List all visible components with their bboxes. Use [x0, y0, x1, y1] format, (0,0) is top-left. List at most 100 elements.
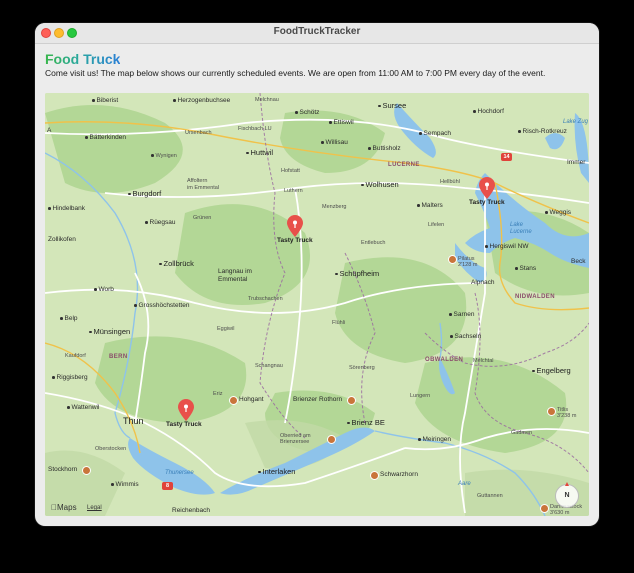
map-pin-icon	[479, 177, 495, 199]
place-label: Gadmen	[511, 430, 533, 436]
place-label: Stockhorn	[48, 466, 78, 473]
mountain-poi-icon	[540, 504, 549, 513]
region-label: NIDWALDEN	[515, 294, 555, 300]
place-label: Schötz	[295, 109, 320, 116]
mountain-poi-icon	[327, 435, 336, 444]
app-title: Food Truck	[45, 51, 121, 67]
place-label: Eriz	[213, 391, 223, 397]
place-label: Weggis	[545, 209, 572, 216]
region-label: BERN	[109, 354, 128, 360]
place-label: Menzberg	[322, 204, 347, 210]
place-label: Luthern	[284, 188, 303, 194]
place-label: Zollbrück	[159, 259, 194, 268]
place-label: Flühli	[332, 320, 346, 326]
place-label: Hergiswil NW	[485, 243, 529, 250]
place-label: Lungern	[410, 393, 431, 399]
place-label: Entlebuch	[361, 240, 386, 246]
place-label: Meiringen	[418, 436, 452, 443]
place-label: Guttannen	[477, 493, 503, 499]
place-label: Willisau	[321, 139, 348, 146]
highway-shield: 14	[501, 153, 512, 161]
place-label: Brienzer Rothorn	[293, 396, 343, 403]
place-label: Lake Zug	[563, 119, 589, 125]
place-label: Worb	[94, 286, 114, 293]
place-label: Titlis 3'238 m	[557, 407, 577, 419]
place-label: Schangnau	[255, 363, 283, 369]
place-label: Sachseln	[450, 333, 482, 340]
place-label: Herzogenbuchsee	[173, 97, 231, 104]
place-label: Ettiswil	[329, 119, 354, 126]
place-label: Wolhusen	[361, 180, 399, 189]
place-label: Wynigen	[151, 153, 177, 159]
app-subtitle: Come visit us! The map below shows our c…	[45, 68, 546, 78]
place-label: Sempach	[419, 130, 451, 137]
place-label: Zollikofen	[48, 236, 76, 243]
place-label: Interlaken	[258, 467, 296, 476]
place-label: Münsingen	[89, 327, 131, 336]
mountain-poi-icon	[229, 396, 238, 405]
region-label: LUCERNE	[388, 162, 420, 168]
place-label: Buttisholz	[368, 145, 401, 152]
place-label: Oberried am Brienzersee	[280, 433, 311, 445]
app-window: FoodTruckTracker Food Truck Come visit u…	[35, 23, 599, 526]
place-label: Hofstatt	[281, 168, 300, 174]
compass-button[interactable]: N	[555, 482, 579, 508]
place-label: Beck	[571, 258, 586, 265]
place-label: Huttwil	[246, 148, 274, 157]
place-label: Aare	[458, 481, 471, 487]
place-label: Grosshöchstetten	[134, 302, 190, 309]
place-label: Rüegsau	[145, 219, 176, 226]
place-label: Sörenberg	[349, 365, 375, 371]
maps-logo-label: Maps	[51, 503, 77, 512]
place-label: Lifelen	[428, 222, 445, 228]
map-pin-icon	[287, 215, 303, 237]
place-label: Wimmis	[111, 481, 139, 488]
mountain-poi-icon	[82, 466, 91, 475]
highway-shield: 8	[162, 482, 173, 490]
place-label: Risch-Rotkreuz	[518, 128, 567, 135]
place-label: Hochdorf	[473, 108, 504, 115]
map-pin-icon	[178, 399, 194, 421]
mountain-poi-icon	[347, 396, 356, 405]
place-label: Reichenbach	[172, 507, 210, 514]
place-label: Stans	[515, 265, 537, 272]
place-label: Affoltern im Emmental	[187, 178, 220, 191]
place-label: A	[47, 127, 52, 134]
place-label: Wattenwil	[67, 404, 100, 411]
place-label: Thunersee	[165, 470, 194, 476]
place-label: Engelberg	[532, 366, 571, 375]
place-label: Hindelbank	[48, 205, 86, 212]
place-label: Hellbühl	[440, 179, 460, 185]
maps-logo: Maps	[51, 503, 77, 512]
place-label: Melchnau	[255, 97, 279, 103]
place-label: Hohgant	[239, 396, 264, 403]
place-label: Sursee	[378, 101, 407, 110]
place-label: Schüpfheim	[335, 269, 380, 278]
place-label: Melchtal	[473, 358, 494, 364]
place-label: Langnau im Emmental	[218, 268, 252, 283]
place-label: Bätterkinden	[85, 134, 127, 141]
mountain-poi-icon	[547, 407, 556, 416]
place-label: Biberist	[92, 97, 119, 104]
map-view[interactable]: Biberist Herzogenbuchsee Melchnau Schötz…	[45, 93, 589, 516]
title-bar: FoodTruckTracker	[35, 23, 599, 44]
place-label: Pilatus 2'128 m	[458, 256, 478, 268]
map-pin-label: Tasty Truck	[277, 237, 313, 244]
region-label: OBWALDEN	[425, 357, 464, 363]
legal-link[interactable]: Legal	[87, 505, 102, 511]
place-label: Burgdorf	[128, 189, 162, 198]
mountain-poi-icon	[370, 471, 379, 480]
place-label: Fischbach LU	[238, 126, 272, 132]
place-label: Eggiwil	[217, 326, 235, 332]
map-pin-label: Tasty Truck	[166, 421, 202, 428]
place-label: Sarnen	[449, 311, 475, 318]
place-label: Trubschachen	[248, 296, 283, 302]
place-label: Alpnach	[471, 279, 495, 286]
place-label: Ursenbach	[185, 130, 212, 136]
place-label: Malters	[417, 202, 443, 209]
place-label: Brienz BE	[347, 418, 385, 427]
mountain-poi-icon	[448, 255, 457, 264]
map-pin-label: Tasty Truck	[469, 199, 505, 206]
place-label: Belp	[60, 315, 78, 322]
place-label: Grünen	[193, 215, 212, 221]
